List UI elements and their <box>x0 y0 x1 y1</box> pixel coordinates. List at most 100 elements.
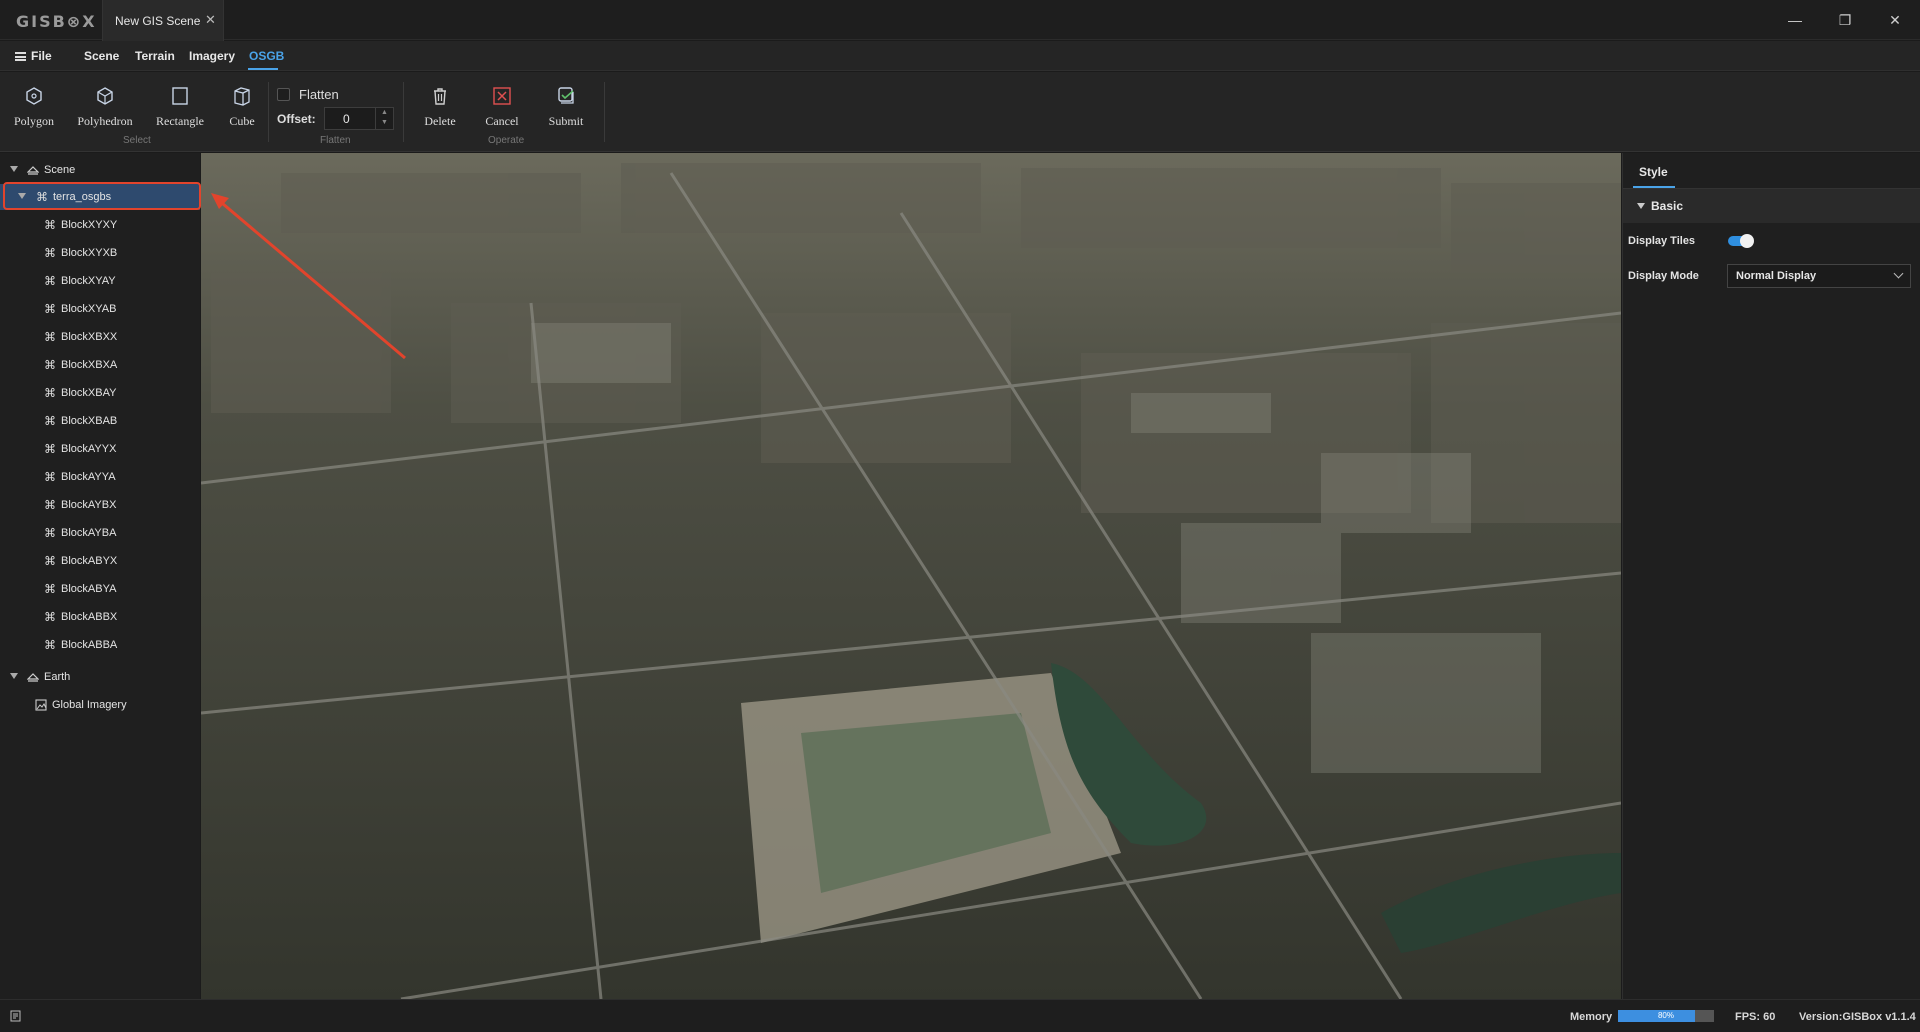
properties-tabs: Style <box>1623 153 1920 189</box>
tree-node-block[interactable]: ⌘ BlockXBAY <box>0 380 200 406</box>
flatten-label: Flatten <box>299 87 339 102</box>
expand-arrow-icon[interactable] <box>10 166 18 172</box>
submit-button[interactable]: Submit <box>534 86 598 129</box>
fps-readout: FPS: 60 <box>1735 1011 1776 1023</box>
offset-stepper[interactable]: ▲ ▼ <box>375 108 393 129</box>
close-tab-icon[interactable]: ✕ <box>205 12 216 28</box>
tree-label-block: BlockAYYX <box>61 443 117 455</box>
polygon-icon <box>26 87 42 105</box>
tree-label-scene: Scene <box>44 164 76 176</box>
memory-percent: 80% <box>1657 1011 1674 1020</box>
section-basic-label: Basic <box>1651 199 1684 213</box>
tree-label-earth: Earth <box>44 671 71 683</box>
menu-bar: File Scene Terrain Imagery OSGB <box>0 41 1920 71</box>
version-label: Version:GISBox v1.1.4 <box>1799 1011 1916 1023</box>
tree-label-block: BlockAYBA <box>61 527 117 539</box>
tree-label-block: BlockABYX <box>61 555 118 567</box>
menu-file[interactable]: File <box>31 49 52 63</box>
cube-label: Cube <box>229 114 255 128</box>
tree-node-block[interactable]: ⌘ BlockAYYX <box>0 436 200 462</box>
tree-label-block: BlockAYBX <box>61 499 117 511</box>
cube-tool-button[interactable]: Cube <box>210 86 274 129</box>
tree-node-block[interactable]: ⌘ BlockABYX <box>0 548 200 574</box>
tree-node-global-imagery[interactable]: Global Imagery <box>0 692 200 718</box>
layer-icon <box>27 673 39 682</box>
log-icon[interactable] <box>10 1010 22 1022</box>
polygon-tool-button[interactable]: Polygon <box>2 86 66 129</box>
model-node-icon: ⌘ <box>44 330 56 344</box>
delete-button[interactable]: Delete <box>408 86 472 129</box>
cancel-label: Cancel <box>485 114 519 128</box>
tree-node-block[interactable]: ⌘ BlockXBAB <box>0 408 200 434</box>
model-node-icon: ⌘ <box>44 470 56 484</box>
model-node-icon: ⌘ <box>44 218 56 232</box>
model-node-icon: ⌘ <box>44 414 56 428</box>
polyhedron-icon <box>97 87 113 105</box>
tree-node-block[interactable]: ⌘ BlockABBA <box>0 632 200 658</box>
document-tab[interactable]: New GIS Scene ✕ <box>102 0 224 41</box>
model-node-icon: ⌘ <box>44 638 56 652</box>
memory-label: Memory <box>1570 1011 1613 1023</box>
hamburger-icon[interactable] <box>15 52 26 61</box>
tree-node-scene[interactable]: Scene <box>0 157 200 183</box>
cube-icon <box>234 87 250 106</box>
model-node-icon: ⌘ <box>44 554 56 568</box>
tab-scene[interactable]: Scene <box>84 49 119 63</box>
rectangle-tool-button[interactable]: Rectangle <box>148 86 212 129</box>
expand-arrow-icon[interactable] <box>10 673 18 679</box>
model-node-icon: ⌘ <box>44 386 56 400</box>
tree-node-block[interactable]: ⌘ BlockAYBX <box>0 492 200 518</box>
polygon-label: Polygon <box>13 114 54 128</box>
model-node-icon: ⌘ <box>44 358 56 372</box>
title-bar: GISB⊗X New GIS Scene ✕ — ❐ ✕ <box>0 0 1920 41</box>
offset-input[interactable]: 0 ▲ ▼ <box>324 107 394 130</box>
app-logo: GISB⊗X <box>16 12 97 31</box>
scene-tree-panel: Scene ⌘ terra_osgbs ⌘ BlockXYXY ⌘ BlockXYXB… <box>0 153 200 999</box>
tree-label-block: BlockXBXA <box>61 359 118 371</box>
tab-terrain[interactable]: Terrain <box>135 49 175 63</box>
ribbon-toolbar: Polygon Polyhedron Rectangle Cube Select… <box>0 72 1920 152</box>
minimize-button[interactable]: — <box>1780 8 1810 32</box>
tree-label-block: BlockABBA <box>61 639 118 651</box>
tree-label-block: BlockABYA <box>61 583 117 595</box>
cancel-button[interactable]: Cancel <box>470 86 534 129</box>
tree-node-block[interactable]: ⌘ BlockABYA <box>0 576 200 602</box>
tree-label-block: BlockXBAY <box>61 387 117 399</box>
tree-node-earth[interactable]: Earth <box>0 664 200 690</box>
map-viewport[interactable] <box>201 153 1621 999</box>
restore-button[interactable]: ❐ <box>1830 8 1860 32</box>
polyhedron-tool-button[interactable]: Polyhedron <box>73 86 137 129</box>
tree-node-block[interactable]: ⌘ BlockAYYA <box>0 464 200 490</box>
tree-node-block[interactable]: ⌘ BlockXYXY <box>0 212 200 238</box>
tab-osgb[interactable]: OSGB <box>249 49 284 63</box>
collapse-arrow-icon[interactable] <box>1637 203 1645 209</box>
submit-label: Submit <box>548 114 584 128</box>
close-window-button[interactable]: ✕ <box>1880 8 1910 32</box>
tree-node-block[interactable]: ⌘ BlockAYBA <box>0 520 200 546</box>
tab-imagery[interactable]: Imagery <box>189 49 235 63</box>
tree-node-block[interactable]: ⌘ BlockABBX <box>0 604 200 630</box>
display-mode-value: Normal Display <box>1736 270 1817 282</box>
ribbon-separator <box>403 82 404 142</box>
city-scene-graphic <box>201 153 1621 999</box>
display-mode-select[interactable]: Normal Display <box>1727 264 1911 288</box>
model-node-icon: ⌘ <box>44 582 56 596</box>
tab-style[interactable]: Style <box>1639 165 1668 179</box>
tree-node-block[interactable]: ⌘ BlockXBXA <box>0 352 200 378</box>
tree-node-block[interactable]: ⌘ BlockXYAB <box>0 296 200 322</box>
tree-node-block[interactable]: ⌘ BlockXBXX <box>0 324 200 350</box>
rectangle-icon <box>172 87 188 105</box>
section-basic[interactable]: Basic <box>1623 189 1920 223</box>
tree-label-block: BlockXYAB <box>61 303 117 315</box>
flatten-checkbox[interactable] <box>277 88 290 101</box>
tree-label-block: BlockXBAB <box>61 415 118 427</box>
tree-node-block[interactable]: ⌘ BlockXYXB <box>0 240 200 266</box>
tree-node-block[interactable]: ⌘ BlockXYAY <box>0 268 200 294</box>
display-tiles-toggle[interactable] <box>1728 234 1754 248</box>
status-bar: Memory 80% FPS: 60 Version:GISBox v1.1.4 <box>0 999 1920 1032</box>
model-node-icon: ⌘ <box>44 302 56 316</box>
layer-icon <box>27 166 39 175</box>
offset-value: 0 <box>343 112 350 126</box>
submit-icon <box>558 87 574 104</box>
offset-label: Offset: <box>277 112 316 126</box>
